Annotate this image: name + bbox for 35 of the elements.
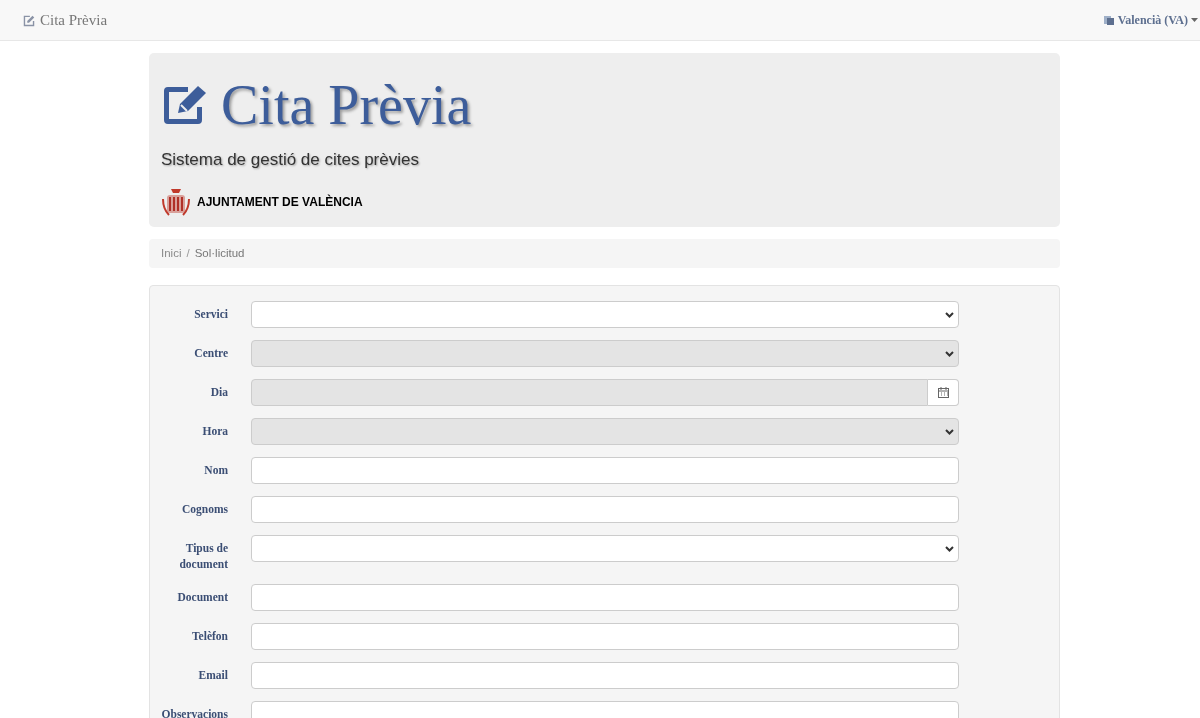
field-label: Cognoms bbox=[181, 502, 228, 517]
breadcrumb-current[interactable]: Sol·licitud bbox=[194, 244, 245, 263]
chevron-icon bbox=[945, 350, 954, 357]
field-label: Dia bbox=[209, 385, 228, 400]
chevron-icon bbox=[945, 545, 954, 552]
caret-icon bbox=[1191, 18, 1198, 22]
input-field[interactable] bbox=[251, 457, 959, 484]
chevron-icon bbox=[945, 311, 954, 318]
subtitle: Sistema de gestió de cites prèvies bbox=[161, 149, 420, 171]
organization-name: AJUNTAMENT DE VALÈNCIA bbox=[197, 193, 363, 211]
field-label: Observacions bbox=[160, 707, 228, 718]
select-field[interactable] bbox=[251, 535, 959, 562]
chevron-icon bbox=[945, 428, 954, 435]
field-label: Tipus de document bbox=[178, 541, 228, 572]
field-label: Centre bbox=[193, 346, 228, 361]
field-label: Email bbox=[197, 668, 228, 683]
flag-icon bbox=[1103, 14, 1115, 26]
breadcrumb-separator: / bbox=[185, 245, 191, 261]
brand-link[interactable]: Cita Prèvia bbox=[22, 8, 108, 32]
breadcrumb-link[interactable]: Inici bbox=[161, 244, 182, 263]
page-title: Cita Prèvia bbox=[221, 77, 472, 133]
field-label: Document bbox=[176, 590, 228, 605]
language-menu[interactable]: Valencià (VA) bbox=[1103, 11, 1198, 29]
input-field[interactable] bbox=[251, 584, 959, 611]
input-field[interactable] bbox=[251, 662, 959, 689]
field-label: Telèfon bbox=[191, 629, 228, 644]
field-label: Servici bbox=[193, 307, 228, 322]
edit-icon bbox=[22, 13, 36, 27]
input-field[interactable] bbox=[251, 496, 959, 523]
select-field[interactable] bbox=[251, 301, 959, 328]
calendar-icon bbox=[937, 387, 949, 398]
field-label: Hora bbox=[201, 424, 228, 439]
calendar-button[interactable] bbox=[928, 379, 959, 406]
input-field[interactable] bbox=[251, 623, 959, 650]
field-label: Nom bbox=[203, 463, 228, 478]
